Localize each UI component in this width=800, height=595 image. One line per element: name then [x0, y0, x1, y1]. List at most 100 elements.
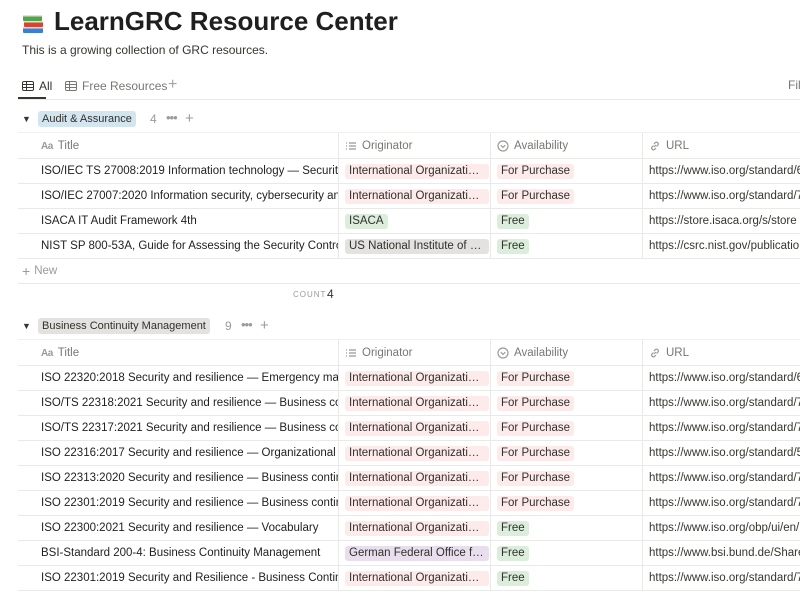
row-availability[interactable]: For Purchase	[497, 441, 642, 465]
row-title[interactable]: ISO/TS 22318:2021 Security and resilienc…	[41, 391, 338, 415]
books-icon[interactable]	[20, 10, 46, 36]
row-url-link[interactable]: https://www.bsi.bund.de/Shared	[649, 541, 800, 565]
group-name-bcm[interactable]: Business Continuity Management	[38, 318, 210, 334]
row-availability[interactable]: Free	[497, 234, 642, 258]
row-availability[interactable]: For Purchase	[497, 491, 642, 515]
row-availability[interactable]: Free	[497, 516, 642, 540]
row-title[interactable]: BSI-Standard 200-4: Business Continuity …	[41, 541, 338, 565]
row-availability[interactable]: For Purchase	[497, 366, 642, 390]
table-header: Aa Title Originator Availability URL	[18, 339, 800, 366]
column-divider	[338, 234, 339, 258]
row-availability[interactable]: Free	[497, 566, 642, 590]
row-url-link[interactable]: https://www.iso.org/standard/79000.html	[649, 416, 800, 440]
row-url-link[interactable]: https://www.iso.org/standard/50053.html	[649, 441, 800, 465]
table-row[interactable]: ISO/TS 22317:2021 Security and resilienc…	[18, 416, 800, 441]
row-originator[interactable]: International Organization for Standardi…	[345, 159, 490, 183]
row-url-link[interactable]: https://www.iso.org/standard/78136.html	[649, 391, 800, 415]
column-divider	[642, 234, 643, 258]
count-label[interactable]: COUNT	[293, 290, 326, 299]
table-row[interactable]: ISO 22313:2020 Security and resilience —…	[18, 466, 800, 491]
row-title[interactable]: ISO 22320:2018 Security and resilience —…	[41, 366, 338, 390]
column-header-title[interactable]: Aa Title	[41, 340, 79, 365]
row-title[interactable]: ISO 22300:2021 Security and resilience —…	[41, 516, 338, 540]
row-availability[interactable]: For Purchase	[497, 159, 642, 183]
row-originator[interactable]: International Organization for Standardi…	[345, 466, 490, 490]
row-originator[interactable]: ISACA	[345, 209, 490, 233]
table-row[interactable]: ISACA IT Audit Framework 4th ISACA Free htt…	[18, 209, 800, 234]
group-toggle-bcm[interactable]: ▼	[22, 321, 31, 331]
new-row-button[interactable]: + New	[18, 259, 800, 284]
row-url-link[interactable]: https://www.iso.org/standard/77802.html	[649, 184, 800, 208]
row-url-link[interactable]: https://store.isaca.org/s/store	[649, 209, 800, 233]
row-availability[interactable]: Free	[497, 541, 642, 565]
row-originator[interactable]: International Organization for Standardi…	[345, 184, 490, 208]
row-originator[interactable]: International Organization for Standardi…	[345, 366, 490, 390]
row-url-link[interactable]: https://www.iso.org/obp/ui/en/	[649, 516, 800, 540]
column-divider	[338, 133, 339, 158]
text-type-icon: Aa	[41, 347, 53, 359]
row-title[interactable]: ISO 22301:2019 Security and Resilience -…	[41, 566, 338, 590]
column-header-url[interactable]: URL	[649, 340, 689, 365]
filter-button[interactable]: Fil	[788, 78, 800, 92]
table-row[interactable]: ISO 22301:2019 Security and Resilience -…	[18, 566, 800, 591]
group-toggle-audit[interactable]: ▼	[22, 114, 31, 124]
column-divider	[490, 184, 491, 208]
add-view-button[interactable]: +	[168, 76, 177, 94]
tab-free-resources[interactable]: Free Resources	[65, 76, 167, 96]
column-divider	[642, 366, 643, 390]
add-row-icon[interactable]: +	[185, 111, 194, 126]
row-title[interactable]: ISO 22301:2019 Security and resilience —…	[41, 491, 338, 515]
row-title[interactable]: ISO 22316:2017 Security and resilience —…	[41, 441, 338, 465]
column-header-availability[interactable]: Availability	[497, 133, 568, 158]
row-availability[interactable]: Free	[497, 209, 642, 233]
table-row[interactable]: ISO/IEC TS 27008:2019 Information techno…	[18, 159, 800, 184]
table-row[interactable]: ISO/IEC 27007:2020 Information security,…	[18, 184, 800, 209]
column-header-title[interactable]: Aa Title	[41, 133, 79, 158]
column-divider	[490, 416, 491, 440]
row-url-link[interactable]: https://www.iso.org/standard/67851.html	[649, 366, 800, 390]
row-title[interactable]: ISO/IEC TS 27008:2019 Information techno…	[41, 159, 338, 183]
row-url-link[interactable]: https://www.iso.org/standard/75106.html	[649, 566, 800, 590]
row-originator[interactable]: International Organization for Standardi…	[345, 391, 490, 415]
row-title[interactable]: NIST SP 800-53A, Guide for Assessing the…	[41, 234, 338, 258]
add-row-icon[interactable]: +	[260, 318, 269, 333]
row-title[interactable]: ISO 22313:2020 Security and resilience —…	[41, 466, 338, 490]
row-originator[interactable]: German Federal Office for Information Se…	[345, 541, 490, 565]
row-originator[interactable]: International Organization for Standardi…	[345, 491, 490, 515]
row-title[interactable]: ISO/IEC 27007:2020 Information security,…	[41, 184, 338, 208]
table-row[interactable]: ISO 22301:2019 Security and resilience —…	[18, 491, 800, 516]
group-name-audit[interactable]: Audit & Assurance	[38, 111, 136, 127]
row-availability[interactable]: For Purchase	[497, 391, 642, 415]
table-row[interactable]: ISO 22300:2021 Security and resilience —…	[18, 516, 800, 541]
row-url-link[interactable]: https://csrc.nist.gov/publications	[649, 234, 800, 258]
table-row[interactable]: ISO 22316:2017 Security and resilience —…	[18, 441, 800, 466]
table-row[interactable]: ISO 22320:2018 Security and resilience —…	[18, 366, 800, 391]
originator-tag: International Organization for Standardi…	[345, 470, 489, 486]
column-divider	[338, 209, 339, 233]
row-title[interactable]: ISO/TS 22317:2021 Security and resilienc…	[41, 416, 338, 440]
row-availability[interactable]: For Purchase	[497, 184, 642, 208]
tab-all[interactable]: All	[22, 76, 52, 96]
more-icon[interactable]: •••	[166, 110, 178, 125]
table-row[interactable]: NIST SP 800-53A, Guide for Assessing the…	[18, 234, 800, 259]
row-originator[interactable]: International Organization for Standardi…	[345, 416, 490, 440]
column-header-availability[interactable]: Availability	[497, 340, 568, 365]
table-row[interactable]: BSI-Standard 200-4: Business Continuity …	[18, 541, 800, 566]
availability-tag: For Purchase	[497, 188, 575, 204]
row-url-link[interactable]: https://www.iso.org/standard/75107.html	[649, 466, 800, 490]
row-originator[interactable]: International Organization for Standardi…	[345, 516, 490, 540]
column-header-originator[interactable]: Originator	[345, 133, 413, 158]
row-title[interactable]: ISACA IT Audit Framework 4th	[41, 209, 338, 233]
row-url-link[interactable]: https://www.iso.org/standard/75106.html	[649, 491, 800, 515]
column-header-label: Originator	[362, 346, 413, 359]
row-originator[interactable]: International Organization for Standardi…	[345, 566, 490, 590]
column-header-originator[interactable]: Originator	[345, 340, 413, 365]
table-row[interactable]: ISO/TS 22318:2021 Security and resilienc…	[18, 391, 800, 416]
more-icon[interactable]: •••	[241, 317, 253, 332]
row-originator[interactable]: US National Institute of Standards and T…	[345, 234, 490, 258]
row-availability[interactable]: For Purchase	[497, 466, 642, 490]
row-availability[interactable]: For Purchase	[497, 416, 642, 440]
row-url-link[interactable]: https://www.iso.org/standard/67397.html	[649, 159, 800, 183]
column-header-url[interactable]: URL	[649, 133, 689, 158]
row-originator[interactable]: International Organization for Standardi…	[345, 441, 490, 465]
